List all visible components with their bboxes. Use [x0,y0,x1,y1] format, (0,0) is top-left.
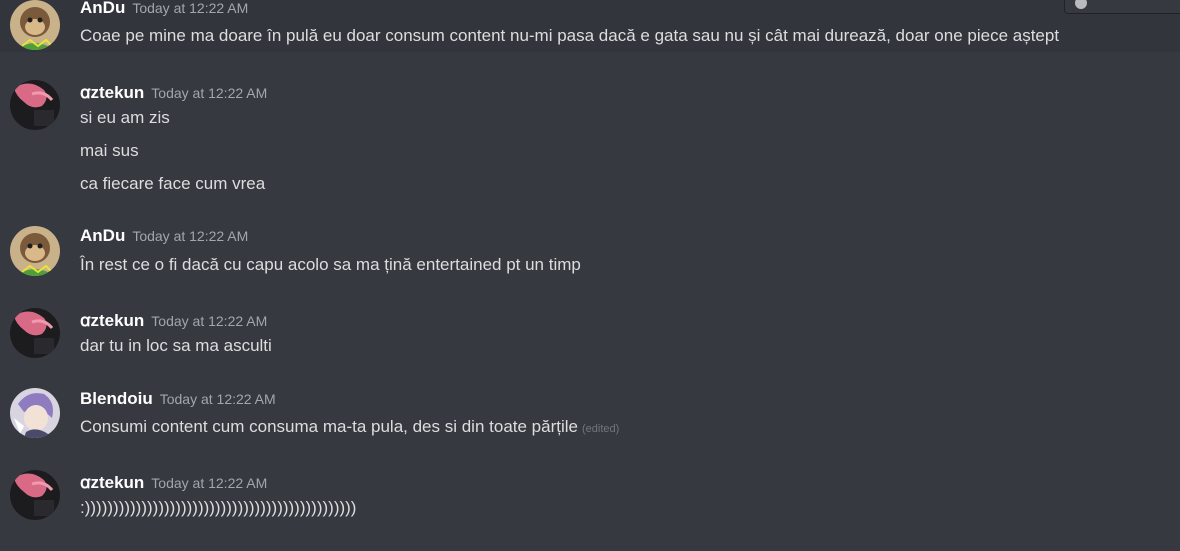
message-header: AnDu Today at 12:22 AM [80,0,248,20]
message-text: mai sus [80,141,139,160]
message-text: Consumi content cum consuma ma-ta pula, … [80,417,619,437]
message-header: ꭤztekun Today at 12:22 AM [80,80,267,102]
anime-character-avatar-icon [10,388,60,438]
pink-hair-avatar-icon [10,470,60,520]
avatar[interactable] [10,0,60,50]
timestamp[interactable]: Today at 12:22 AM [132,228,248,244]
message-text: si eu am zis [80,108,170,127]
chat-messages: AnDu Today at 12:22 AM Coae pe mine ma do… [0,0,1180,551]
username[interactable]: ꭤztekun [80,473,144,492]
avatar[interactable] [10,470,60,520]
add-reaction-icon[interactable] [1075,0,1087,9]
message-header: ꭤztekun Today at 12:22 AM [80,470,267,492]
edited-indicator: (edited) [581,423,620,435]
timestamp[interactable]: Today at 12:22 AM [132,0,248,16]
message-header: AnDu Today at 12:22 AM [80,226,248,248]
pink-hair-avatar-icon [10,308,60,358]
avatar[interactable] [10,308,60,358]
message-header: Blendoiu Today at 12:22 AM [80,389,276,411]
username[interactable]: ꭤztekun [80,83,144,102]
message-text: Coae pe mine ma doare în pulă eu doar co… [80,26,1060,45]
monkey-avatar-icon [10,0,60,50]
username[interactable]: AnDu [80,0,125,17]
message-actions-toolbar[interactable] [1064,0,1180,14]
pink-hair-avatar-icon [10,80,60,130]
timestamp[interactable]: Today at 12:22 AM [151,85,267,101]
username[interactable]: Blendoiu [80,389,153,408]
username[interactable]: AnDu [80,226,125,245]
timestamp[interactable]: Today at 12:22 AM [160,391,276,407]
message-header: ꭤztekun Today at 12:22 AM [80,308,267,330]
message-text: În rest ce o fi dacă cu capu acolo sa ma… [80,255,581,274]
message-text: ca fiecare face cum vrea [80,174,266,193]
message-text: dar tu in loc sa ma asculti [80,336,272,355]
avatar[interactable] [10,388,60,438]
message-text: :)))))))))))))))))))))))))))))))))))))))… [80,498,357,517]
monkey-avatar-icon [10,226,60,276]
timestamp[interactable]: Today at 12:22 AM [151,313,267,329]
message-content: Consumi content cum consuma ma-ta pula, … [80,417,578,436]
avatar[interactable] [10,226,60,276]
username[interactable]: ꭤztekun [80,311,144,330]
avatar[interactable] [10,80,60,130]
timestamp[interactable]: Today at 12:22 AM [151,475,267,491]
